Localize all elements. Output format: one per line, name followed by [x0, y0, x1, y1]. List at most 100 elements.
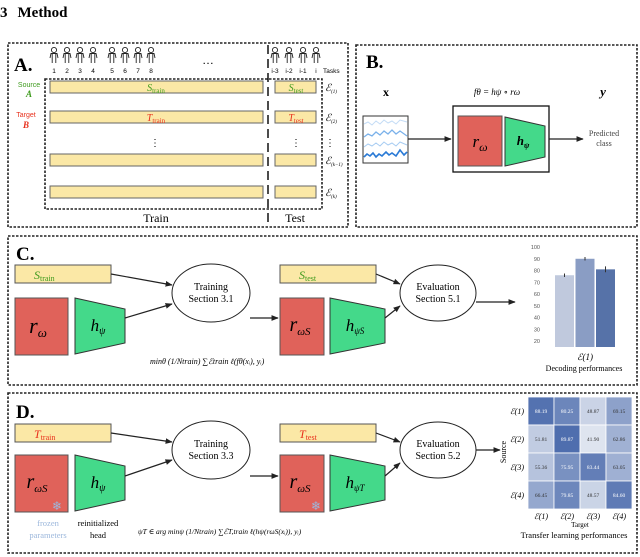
person-icon	[311, 46, 321, 63]
heatmap-row-label: ℰ(3)	[510, 463, 525, 472]
transfer-heatmap: 88.19 80.25 48.87 69.15 51.81 89.87 41.90 62.86…	[510, 396, 633, 521]
panel-label: C.	[16, 244, 34, 265]
person-icon	[75, 46, 85, 63]
person-body	[49, 53, 59, 63]
task-label-1: ℰ(1)	[325, 83, 337, 95]
subject-number: 1	[52, 68, 56, 75]
person-body	[120, 53, 130, 63]
bar	[555, 275, 574, 347]
source-letter: A	[25, 89, 32, 99]
bar-chart-ytick: 80	[534, 269, 540, 275]
task-label-2: ℰ(2)	[325, 113, 337, 125]
method-figure: 3 Method A. 1 2 3 4 5 6 7 8 i-3 i-2 i-1 i … Tasks So…	[0, 5, 638, 554]
transfer-objective-formula: ψT ∈ arg minψ (1/Ntrain) ∑ℰT,train ℓ(hψ(…	[138, 527, 302, 536]
subject-number: 5	[110, 68, 114, 75]
bar-chart-title: Decoding performances	[546, 364, 623, 373]
bar	[596, 269, 615, 347]
person-body	[311, 53, 321, 63]
heatmap-value: 75.95	[561, 465, 574, 471]
s-test-box	[279, 264, 377, 284]
bar-chart-ytick: 100	[531, 245, 540, 251]
vdots: ⋮	[325, 138, 335, 149]
evaluation-label: Evaluation Section 5.2	[416, 439, 461, 462]
person-head	[271, 46, 279, 54]
person-icon	[146, 46, 156, 63]
person-head	[147, 46, 155, 54]
arrow	[384, 305, 401, 319]
heatmap-value: 55.36	[535, 465, 548, 471]
heatmap-value: 63.05	[613, 465, 626, 471]
subject-number: 3	[78, 68, 82, 75]
bar-chart-ytick: 60	[534, 292, 540, 298]
person-head	[63, 46, 71, 54]
task-k-1-test-bar	[274, 153, 317, 167]
heatmap-col-label: ℰ(2)	[560, 512, 575, 521]
heatmap-title: Transfer learning performances	[521, 530, 628, 540]
bar	[575, 258, 595, 347]
person-icon	[284, 46, 294, 63]
heatmap-value: 48.87	[587, 409, 600, 415]
subject-number: i-2	[285, 68, 293, 75]
heatmap-row-label: ℰ(4)	[510, 491, 525, 500]
heatmap-value: 89.87	[561, 437, 574, 443]
heatmap-value: 48.57	[587, 493, 600, 499]
task-k-test-bar	[274, 185, 317, 199]
person-body	[133, 53, 143, 63]
heatmap-value: 51.81	[535, 437, 548, 443]
person-head	[121, 46, 129, 54]
arrow	[124, 459, 173, 477]
person-body	[146, 53, 156, 63]
s-train-box	[14, 264, 112, 284]
evaluation-step	[399, 264, 477, 322]
panel-d: D. Ttrain rωS ❄ hψ frozen parameters rein…	[7, 392, 638, 554]
target-label: Target	[16, 112, 36, 119]
vdots: ⋮	[291, 138, 301, 149]
panel-label: B.	[366, 52, 383, 73]
person-body	[270, 53, 280, 63]
person-body	[284, 53, 294, 63]
heatmap-row-label: ℰ(2)	[510, 435, 525, 444]
heatmap-value: 66.45	[535, 493, 548, 499]
task-k-train-bar	[49, 185, 264, 199]
subject-number: 2	[65, 68, 69, 75]
subject-number: 6	[123, 68, 127, 75]
model-definition: fθ = hψ ∘ rω	[474, 87, 520, 97]
subject-icons: 1 2 3 4 5 6 7 8 i-3 i-2 i-1 i	[49, 46, 321, 75]
t-train-box	[14, 423, 112, 443]
panel-a: A. 1 2 3 4 5 6 7 8 i-3 i-2 i-1 i … Tasks Source A T…	[7, 42, 349, 228]
subject-number: i-1	[299, 68, 307, 75]
person-head	[312, 46, 320, 54]
panel-c: C. Strain rω hψ Training Section 3.1 Stes…	[7, 235, 638, 386]
arrow	[110, 273, 173, 287]
snowflake-icon: ❄	[311, 499, 321, 513]
train-label: Train	[143, 211, 169, 225]
frozen-parameters-label: frozen parameters	[29, 518, 66, 540]
vdots: ⋮	[150, 138, 160, 149]
person-head	[285, 46, 293, 54]
bar-chart-ytick: 30	[534, 327, 540, 333]
panel-a-border	[7, 42, 349, 228]
heatmap-col-label: ℰ(1)	[534, 512, 549, 521]
person-icon	[120, 46, 130, 63]
training-step	[171, 263, 251, 323]
person-body	[62, 53, 72, 63]
arrow	[375, 432, 401, 443]
input-label: x	[383, 85, 389, 99]
person-head	[108, 46, 116, 54]
person-icon	[62, 46, 72, 63]
person-body	[107, 53, 117, 63]
evaluation-step	[399, 421, 477, 479]
task-k-1-train-bar	[49, 153, 264, 167]
eeg-signal-icon	[362, 115, 409, 164]
training-step	[171, 420, 251, 480]
bar-chart-ytick: 90	[534, 257, 540, 263]
person-head	[76, 46, 84, 54]
bar-chart-ytick: 70	[534, 280, 540, 286]
reinitialized-head-label: reinitialized head	[78, 518, 119, 540]
subject-number: 8	[149, 68, 153, 75]
subject-number: 4	[91, 68, 95, 75]
arrow	[124, 303, 173, 319]
person-head	[134, 46, 142, 54]
heatmap-value: 62.86	[613, 437, 626, 443]
person-icon	[107, 46, 117, 63]
